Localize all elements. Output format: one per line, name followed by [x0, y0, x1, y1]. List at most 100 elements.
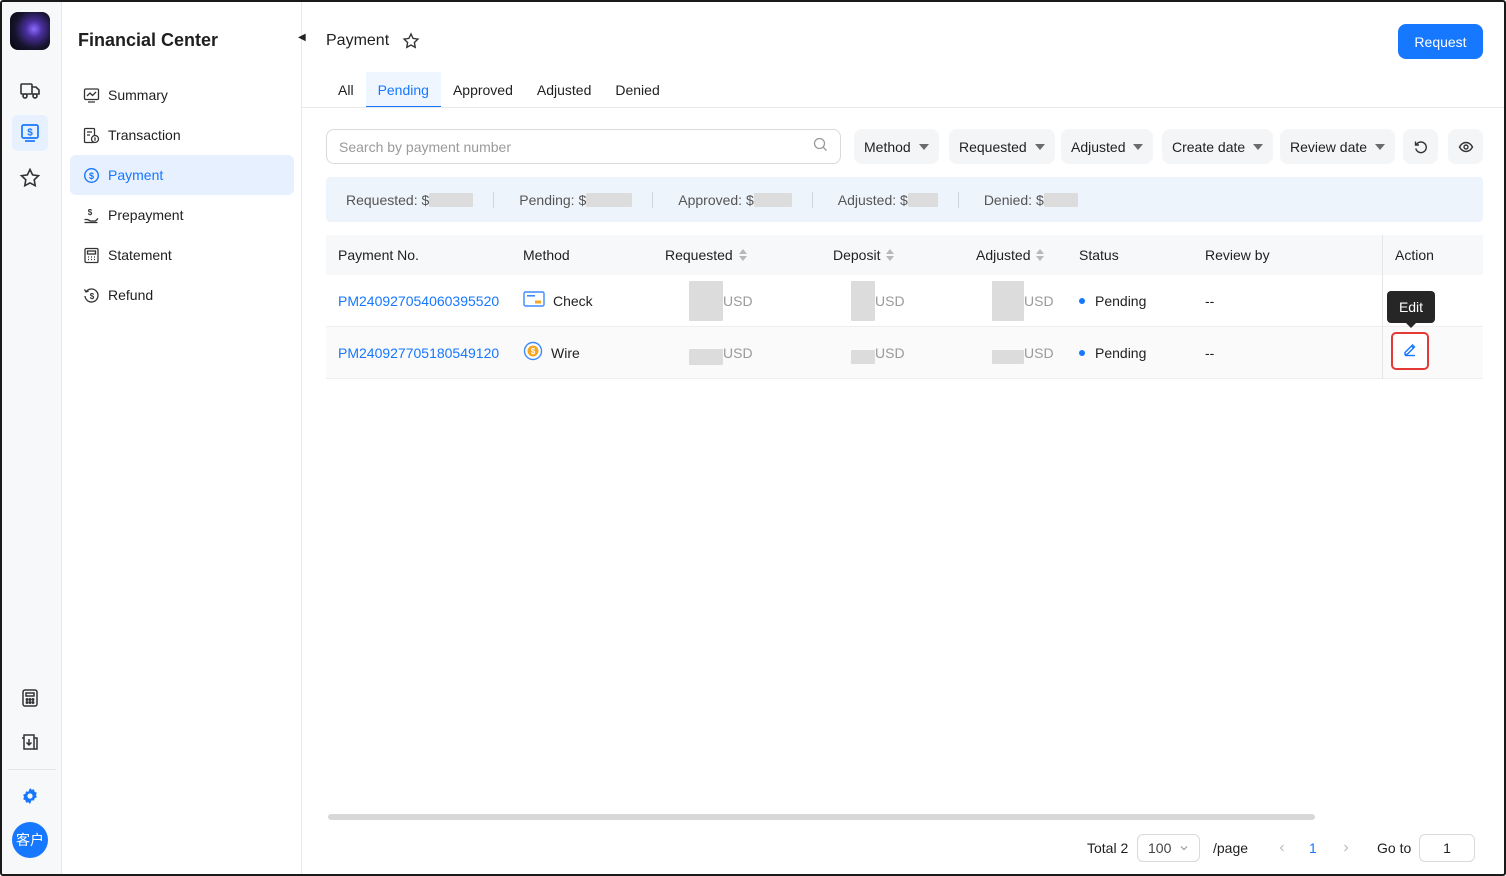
table-header: Payment No. Method Requested Deposit Adj… [326, 235, 1483, 275]
status-badge: Pending [1079, 345, 1146, 361]
goto-label: Go to [1377, 840, 1412, 856]
calculator-icon[interactable] [12, 680, 48, 716]
action-column-divider [1382, 235, 1383, 379]
col-deposit[interactable]: Deposit [833, 247, 895, 263]
per-page-label: /page [1213, 840, 1249, 856]
currency-label: USD [1024, 292, 1054, 309]
chevron-down-icon [1179, 840, 1189, 856]
sidebar-item-payment[interactable]: $ Payment [70, 155, 294, 195]
table-row: PM240927054060395520 Check USD USD USD P… [326, 275, 1483, 327]
settings-gear-icon[interactable] [12, 778, 48, 814]
caret-down-icon [1375, 143, 1386, 150]
invoice-download-icon[interactable] [12, 724, 48, 760]
sort-icon[interactable] [886, 249, 895, 261]
eye-icon[interactable] [1448, 129, 1483, 164]
redacted-value [851, 349, 875, 364]
review-by-value: -- [1205, 344, 1215, 361]
chart-line-icon [82, 86, 100, 104]
summary-label: Denied: $ [983, 191, 1044, 208]
payment-number-link[interactable]: PM240927054060395520 [338, 293, 499, 309]
horizontal-scrollbar[interactable] [328, 814, 1315, 820]
summary-bar: Requested: $ Pending: $ Approved: $ Adju… [326, 177, 1483, 222]
sort-icon[interactable] [738, 249, 747, 261]
sidebar-item-statement[interactable]: Statement [70, 235, 294, 275]
sidebar-item-label: Statement [108, 247, 172, 263]
search-icon[interactable] [813, 137, 828, 157]
status-label: Pending [1095, 344, 1147, 361]
edit-tooltip: Edit [1387, 291, 1435, 328]
summary-label: Adjusted: $ [837, 191, 908, 208]
page-size-select[interactable]: 100 [1137, 834, 1200, 862]
col-adjusted[interactable]: Adjusted [976, 247, 1045, 263]
refund-icon: $ [82, 286, 100, 304]
col-payment-no: Payment No. [338, 247, 419, 263]
summary-label: Approved: $ [678, 191, 754, 208]
redacted-value [907, 192, 938, 207]
goto-page-input[interactable] [1419, 834, 1475, 862]
app-logo[interactable] [10, 12, 50, 50]
reset-refresh-icon[interactable] [1403, 129, 1438, 164]
tab-adjusted[interactable]: Adjusted [525, 72, 603, 108]
hand-money-icon: $ [82, 206, 100, 224]
prev-page-icon[interactable] [1277, 834, 1287, 862]
next-page-icon[interactable] [1341, 834, 1351, 862]
page-number-current[interactable]: 1 [1309, 834, 1317, 862]
sidebar-item-refund[interactable]: $ Refund [70, 275, 294, 315]
requested-filter[interactable]: Requested [949, 129, 1055, 164]
star-icon[interactable] [12, 160, 48, 196]
icon-rail: $ 客户 [2, 2, 62, 874]
adjusted-filter[interactable]: Adjusted [1061, 129, 1154, 164]
deposit-amount: USD [851, 342, 905, 364]
summary-label: Pending: $ [519, 191, 587, 208]
sidebar: Financial Center ◀ Summary Transaction $… [62, 2, 306, 874]
method-filter[interactable]: Method [854, 129, 939, 164]
svg-text:$: $ [87, 208, 92, 217]
sidebar-item-label: Prepayment [108, 207, 184, 223]
sidebar-item-transaction[interactable]: Transaction [70, 115, 294, 155]
sidebar-item-label: Summary [108, 87, 168, 103]
svg-text:$: $ [531, 347, 536, 356]
redacted-value [851, 280, 875, 321]
wire-coin-icon: $ [523, 341, 543, 364]
sidebar-title: Financial Center [78, 30, 219, 50]
payment-number-link[interactable]: PM240927705180549120 [338, 345, 499, 361]
truck-icon[interactable] [12, 72, 48, 108]
avatar[interactable]: 客户 [12, 822, 48, 858]
rail-divider [8, 769, 56, 770]
status-dot [1079, 297, 1085, 304]
summary-requested: Requested: $ [326, 192, 493, 208]
sidebar-item-prepayment[interactable]: $ Prepayment [70, 195, 294, 235]
method-cell: $ Wire [523, 341, 580, 364]
redacted-value [753, 192, 792, 207]
redacted-value [689, 280, 723, 321]
redacted-value [586, 192, 633, 207]
review-date-filter[interactable]: Review date [1280, 129, 1396, 164]
search-input[interactable] [339, 138, 813, 155]
sort-icon[interactable] [1036, 249, 1045, 261]
summary-pending: Pending: $ [494, 192, 652, 208]
tab-approved[interactable]: Approved [441, 72, 525, 108]
dollar-circle-icon: $ [82, 166, 100, 184]
pencil-edit-icon [1402, 341, 1418, 362]
edit-button[interactable] [1391, 332, 1429, 370]
create-date-filter[interactable]: Create date [1162, 129, 1274, 164]
finance-icon[interactable]: $ [12, 115, 48, 151]
col-status: Status [1079, 247, 1119, 263]
sidebar-item-summary[interactable]: Summary [70, 75, 294, 115]
col-requested[interactable]: Requested [665, 247, 747, 263]
deposit-amount: USD [851, 280, 905, 321]
tab-denied[interactable]: Denied [603, 72, 671, 108]
transaction-icon [82, 126, 100, 144]
favorite-star-icon[interactable] [402, 32, 420, 55]
request-button[interactable]: Request [1398, 24, 1483, 59]
adjusted-amount: USD [992, 342, 1054, 364]
tabs-divider [302, 107, 1504, 108]
caret-down-icon [1253, 143, 1264, 150]
tab-pending[interactable]: Pending [365, 72, 442, 108]
review-by-value: -- [1205, 292, 1215, 309]
method-cell: Check [523, 291, 593, 310]
sidebar-item-label: Refund [108, 287, 154, 303]
tab-all[interactable]: All [326, 72, 366, 108]
requested-amount: USD [689, 341, 753, 365]
redacted-value [992, 280, 1024, 321]
